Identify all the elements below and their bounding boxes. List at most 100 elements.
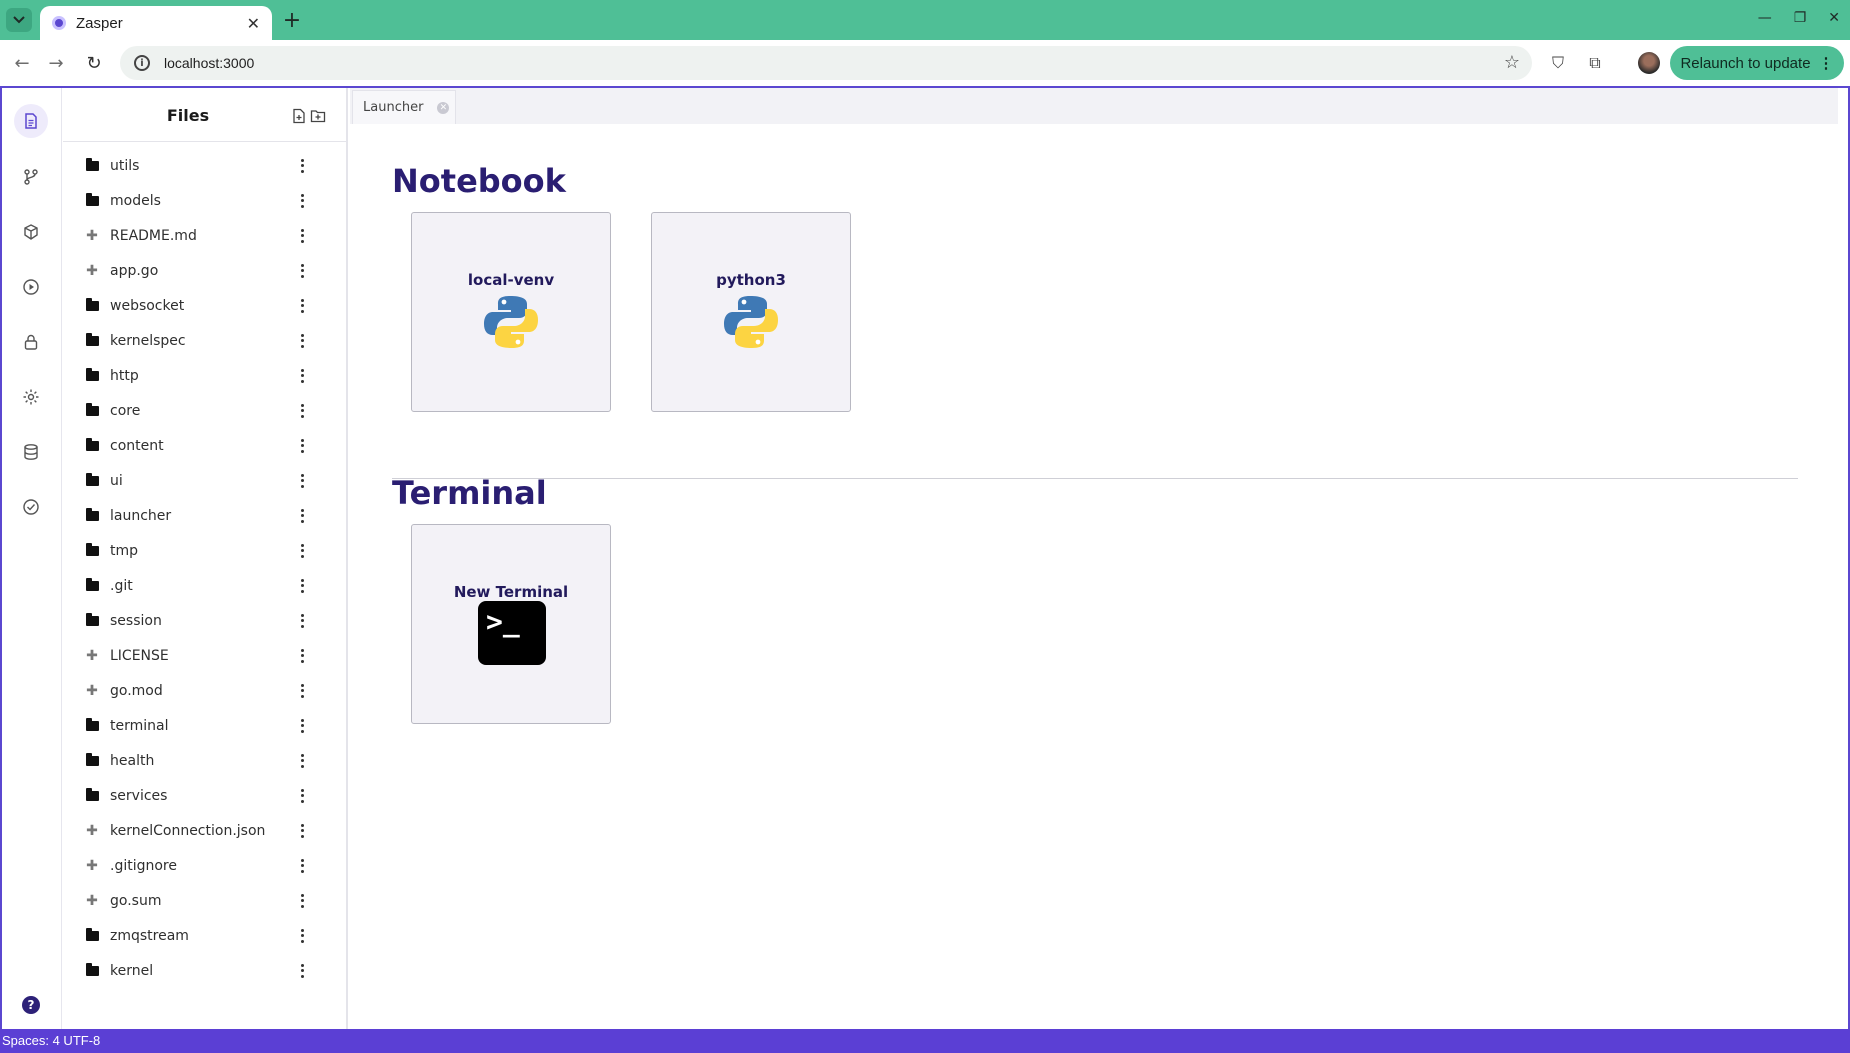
git-branch-icon[interactable] <box>14 160 48 194</box>
file-row[interactable]: session <box>63 603 348 638</box>
play-icon[interactable] <box>14 270 48 304</box>
address-bar[interactable]: i localhost:3000 ☆ <box>120 46 1532 80</box>
forward-arrow-icon[interactable]: → <box>44 51 68 75</box>
shield-extension-icon[interactable]: ⛉ <box>1547 52 1569 74</box>
more-options-icon[interactable] <box>295 577 309 595</box>
more-options-icon[interactable] <box>295 927 309 945</box>
profile-avatar[interactable] <box>1638 52 1660 74</box>
file-name: .git <box>110 577 133 594</box>
help-icon[interactable]: ? <box>22 996 40 1014</box>
file-row[interactable]: kernel <box>63 953 348 988</box>
more-options-icon[interactable] <box>295 717 309 735</box>
relaunch-button[interactable]: Relaunch to update ⋮ <box>1670 46 1844 80</box>
close-tab-icon[interactable]: ✕ <box>247 14 260 33</box>
file-row[interactable]: .git <box>63 568 348 603</box>
more-options-icon[interactable] <box>295 612 309 630</box>
more-options-icon[interactable] <box>295 822 309 840</box>
more-options-icon[interactable] <box>295 402 309 420</box>
launcher: Notebook local-venv python3 Terminal New… <box>350 124 1838 1029</box>
browser-tab-strip: Zasper ✕ + — ❐ ✕ <box>0 0 1850 40</box>
file-row[interactable]: health <box>63 743 348 778</box>
file-name: services <box>110 787 168 804</box>
tab-search-button[interactable] <box>6 8 32 32</box>
more-options-icon[interactable] <box>295 647 309 665</box>
back-arrow-icon[interactable]: ← <box>10 51 34 75</box>
file-row[interactable]: core <box>63 393 348 428</box>
more-options-icon[interactable] <box>295 262 309 280</box>
folder-icon <box>85 612 99 627</box>
more-options-icon[interactable] <box>295 157 309 175</box>
new-folder-icon[interactable] <box>310 108 326 124</box>
gear-icon[interactable] <box>14 380 48 414</box>
url-text[interactable]: localhost:3000 <box>164 55 254 71</box>
site-info-icon[interactable]: i <box>134 55 150 71</box>
file-row[interactable]: utils <box>63 148 348 183</box>
package-icon[interactable] <box>14 215 48 249</box>
zasper-app: ? Files utils models ✚ README.md ✚ app.go webs… <box>0 86 1850 1029</box>
check-circle-icon[interactable] <box>14 490 48 524</box>
kernel-card-local-venv[interactable]: local-venv <box>411 212 611 412</box>
file-name: utils <box>110 157 140 174</box>
puzzle-file-icon: ✚ <box>86 647 98 664</box>
kernel-card-python3[interactable]: python3 <box>651 212 851 412</box>
file-row[interactable]: services <box>63 778 348 813</box>
restore-icon[interactable]: ❐ <box>1794 10 1807 26</box>
file-row[interactable]: kernelspec <box>63 323 348 358</box>
file-explorer: Files utils models ✚ README.md ✚ app.go websoc… <box>63 88 348 1029</box>
file-row[interactable]: ✚ go.mod <box>63 673 348 708</box>
files-icon[interactable] <box>14 104 48 138</box>
file-name: LICENSE <box>110 647 169 664</box>
more-options-icon[interactable] <box>295 297 309 315</box>
database-icon[interactable] <box>14 435 48 469</box>
minimize-icon[interactable]: — <box>1758 10 1772 26</box>
close-tab-launcher-icon[interactable]: ✕ <box>437 101 450 114</box>
terminal-icon: >_ <box>478 601 546 665</box>
more-options-icon[interactable] <box>295 892 309 910</box>
bookmark-star-icon[interactable]: ☆ <box>1504 52 1520 73</box>
more-options-icon[interactable] <box>295 507 309 525</box>
file-row[interactable]: ✚ LICENSE <box>63 638 348 673</box>
browser-toolbar: ← → ↻ i localhost:3000 ☆ ⛉ ⧉ Relaunch to… <box>0 40 1850 86</box>
file-row[interactable]: ui <box>63 463 348 498</box>
file-row[interactable]: models <box>63 183 348 218</box>
browser-tab[interactable]: Zasper ✕ <box>40 6 272 40</box>
file-row[interactable]: websocket <box>63 288 348 323</box>
more-options-icon[interactable] <box>295 682 309 700</box>
file-row[interactable]: ✚ README.md <box>63 218 348 253</box>
puzzle-file-icon: ✚ <box>86 227 98 244</box>
file-row[interactable]: tmp <box>63 533 348 568</box>
file-row[interactable]: http <box>63 358 348 393</box>
lock-icon[interactable] <box>14 325 48 359</box>
close-window-icon[interactable]: ✕ <box>1828 10 1840 26</box>
more-options-icon[interactable] <box>295 962 309 980</box>
file-row[interactable]: terminal <box>63 708 348 743</box>
tab-launcher[interactable]: Launcher ✕ <box>352 90 456 124</box>
puzzle-extensions-icon[interactable]: ⧉ <box>1584 52 1606 74</box>
file-name: tmp <box>110 542 139 559</box>
more-options-icon[interactable] <box>295 367 309 385</box>
file-row[interactable]: ✚ .gitignore <box>63 848 348 883</box>
file-name: session <box>110 612 162 629</box>
new-file-icon[interactable] <box>291 108 307 124</box>
file-row[interactable]: ✚ app.go <box>63 253 348 288</box>
more-options-icon[interactable] <box>295 437 309 455</box>
more-options-icon[interactable] <box>295 472 309 490</box>
more-options-icon[interactable] <box>295 332 309 350</box>
file-row[interactable]: ✚ kernelConnection.json <box>63 813 348 848</box>
more-options-icon[interactable] <box>295 752 309 770</box>
file-row[interactable]: ✚ go.sum <box>63 883 348 918</box>
more-options-icon[interactable] <box>295 857 309 875</box>
file-row[interactable]: content <box>63 428 348 463</box>
python-logo-icon <box>724 296 778 348</box>
more-options-icon[interactable] <box>295 542 309 560</box>
more-options-icon[interactable] <box>295 192 309 210</box>
file-row[interactable]: zmqstream <box>63 918 348 953</box>
more-vert-icon: ⋮ <box>1818 55 1834 72</box>
reload-icon[interactable]: ↻ <box>82 51 106 75</box>
file-row[interactable]: launcher <box>63 498 348 533</box>
new-tab-button[interactable]: + <box>280 8 304 33</box>
file-name: kernelConnection.json <box>110 822 266 839</box>
more-options-icon[interactable] <box>295 787 309 805</box>
more-options-icon[interactable] <box>295 227 309 245</box>
new-terminal-card[interactable]: New Terminal >_ <box>411 524 611 724</box>
